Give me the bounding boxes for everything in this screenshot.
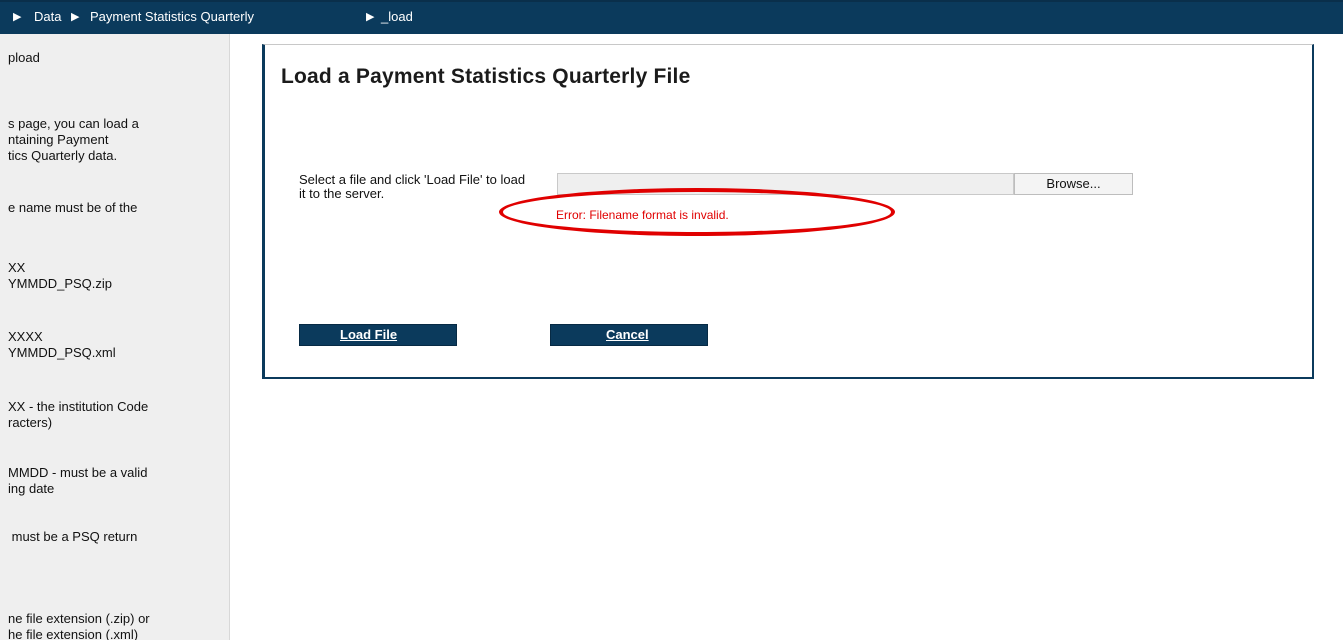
breadcrumb-arrow-icon: ▶: [13, 11, 22, 23]
cancel-button[interactable]: Cancel: [550, 324, 708, 346]
sidebar-paragraph: e name must be of the: [8, 200, 138, 215]
sidebar-paragraph: XXXX YMMDD_PSQ.xml: [8, 329, 116, 360]
load-file-button[interactable]: Load File: [299, 324, 457, 346]
page-title: Load a Payment Statistics Quarterly File: [281, 65, 691, 88]
help-sidebar: pload s page, you can load a ntaining Pa…: [0, 34, 230, 640]
sidebar-paragraph: s page, you can load a ntaining Payment …: [8, 116, 139, 163]
breadcrumb-item-data[interactable]: Data: [34, 9, 61, 24]
breadcrumb-item-load: _load: [381, 9, 413, 24]
sidebar-paragraph: must be a PSQ return: [8, 529, 138, 544]
load-file-panel: Load a Payment Statistics Quarterly File…: [262, 44, 1314, 379]
sidebar-paragraph: ne file extension (.zip) or he file exte…: [8, 611, 150, 640]
breadcrumb-arrow-icon: ▶: [71, 11, 80, 23]
sidebar-paragraph: XX - the institution Code racters): [8, 399, 149, 430]
browse-button[interactable]: Browse...: [1014, 173, 1133, 195]
breadcrumb-arrow-icon: ▶: [366, 11, 375, 23]
sidebar-paragraph: XX YMMDD_PSQ.zip: [8, 260, 113, 291]
breadcrumb-bar: ▶ Data ▶ Payment Statistics Quarterly ▶ …: [0, 0, 1343, 34]
instruction-text: Select a file and click 'Load File' to l…: [299, 172, 526, 201]
sidebar-paragraph: MMDD - must be a valid ing date: [8, 465, 148, 496]
sidebar-title: pload: [8, 50, 40, 65]
breadcrumb-item-psq[interactable]: Payment Statistics Quarterly: [90, 9, 254, 24]
error-highlight-ellipse: [499, 188, 895, 236]
